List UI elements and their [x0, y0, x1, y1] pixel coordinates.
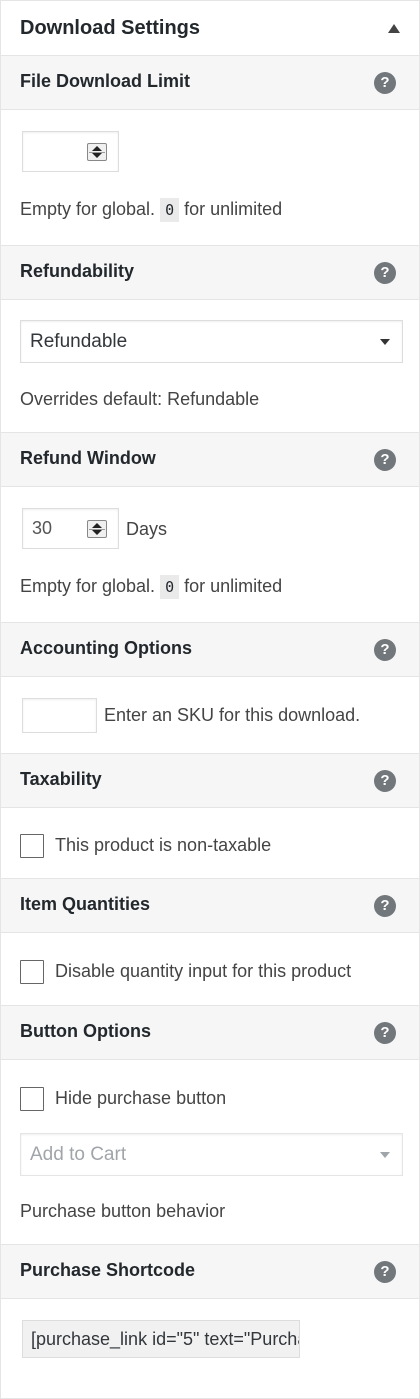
- help-icon[interactable]: ?: [374, 639, 396, 661]
- spinner-icon[interactable]: [87, 520, 107, 538]
- section-header-button-options: Button Options ?: [1, 1005, 419, 1060]
- help-icon[interactable]: ?: [374, 262, 396, 284]
- section-title: Button Options: [20, 1021, 151, 1041]
- refundability-description: Overrides default: Refundable: [20, 389, 260, 409]
- sku-label: Enter an SKU for this download.: [104, 705, 361, 725]
- section-title: Item Quantities: [20, 894, 151, 914]
- section-title: Purchase Shortcode: [20, 1260, 196, 1280]
- disable-quantity-checkbox[interactable]: [20, 960, 44, 984]
- non-taxable-checkbox[interactable]: [20, 834, 44, 858]
- refund-window-input[interactable]: 30: [22, 508, 119, 549]
- purchase-shortcode-field[interactable]: [purchase_link id="5" text="Purchase" st…: [22, 1320, 300, 1358]
- help-icon[interactable]: ?: [374, 72, 396, 94]
- panel-header: Download Settings: [1, 1, 419, 56]
- help-icon[interactable]: ?: [374, 1022, 396, 1044]
- section-header-refundability: Refundability ?: [1, 245, 419, 300]
- refund-window-unit: Days: [126, 519, 168, 539]
- section-title: File Download Limit: [20, 71, 190, 91]
- hide-purchase-button-checkbox[interactable]: [20, 1087, 44, 1111]
- code-zero: 0: [160, 575, 180, 599]
- help-icon[interactable]: ?: [374, 895, 396, 917]
- section-title: Refund Window: [20, 448, 156, 468]
- collapse-toggle-icon[interactable]: [388, 24, 400, 33]
- download-settings-box: Download Settings File Download Limit ? …: [0, 0, 420, 1399]
- section-header-refund-window: Refund Window ?: [1, 432, 419, 487]
- non-taxable-label[interactable]: This product is non-taxable: [55, 835, 271, 856]
- section-title: Taxability: [20, 769, 102, 789]
- section-header-quantities: Item Quantities ?: [1, 878, 419, 933]
- refundability-select[interactable]: Refundable: [20, 320, 403, 363]
- disable-quantity-label[interactable]: Disable quantity input for this product: [55, 961, 351, 982]
- button-behavior-select[interactable]: Add to Cart: [20, 1133, 403, 1176]
- section-header-taxability: Taxability ?: [1, 753, 419, 808]
- refund-window-description: Empty for global. 0 for unlimited: [20, 575, 282, 599]
- section-header-download-limit: File Download Limit ?: [1, 55, 419, 110]
- sku-input[interactable]: [22, 698, 97, 733]
- hide-purchase-button-label[interactable]: Hide purchase button: [55, 1088, 226, 1109]
- download-limit-description: Empty for global. 0 for unlimited: [20, 198, 282, 222]
- section-title: Accounting Options: [20, 638, 192, 658]
- help-icon[interactable]: ?: [374, 770, 396, 792]
- panel-title: Download Settings: [20, 17, 200, 39]
- spinner-icon[interactable]: [87, 143, 107, 161]
- chevron-down-icon: [380, 339, 390, 345]
- section-header-shortcode: Purchase Shortcode ?: [1, 1244, 419, 1299]
- section-header-accounting: Accounting Options ?: [1, 622, 419, 677]
- help-icon[interactable]: ?: [374, 1261, 396, 1283]
- section-title: Refundability: [20, 261, 135, 281]
- code-zero: 0: [160, 198, 180, 222]
- download-limit-input[interactable]: [22, 131, 119, 172]
- button-behavior-description: Purchase button behavior: [20, 1201, 226, 1221]
- help-icon[interactable]: ?: [374, 449, 396, 471]
- chevron-down-icon: [380, 1152, 390, 1158]
